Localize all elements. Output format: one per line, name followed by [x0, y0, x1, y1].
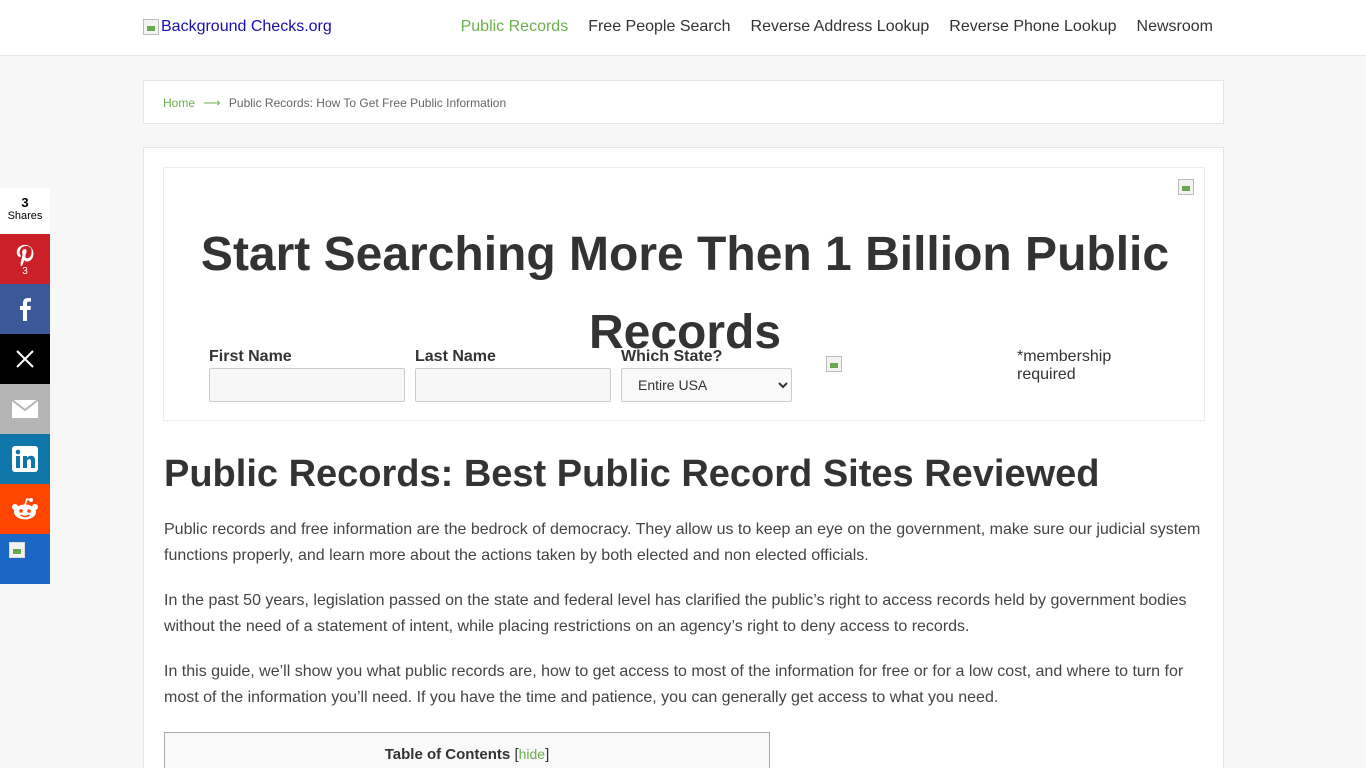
site-logo[interactable]: Background Checks.org: [143, 18, 332, 36]
reddit-icon: [12, 498, 38, 520]
share-count-label: Shares: [7, 210, 43, 222]
share-more-button[interactable]: [0, 534, 50, 584]
logo-image-icon: [143, 19, 159, 35]
search-button-image-icon[interactable]: [826, 356, 842, 372]
logo-alt-text: Background Checks.org: [161, 18, 332, 35]
share-count-number: 3: [21, 195, 29, 210]
article-paragraph: Public records and free information are …: [164, 521, 1201, 564]
share-linkedin-button[interactable]: [0, 434, 50, 484]
share-facebook-button[interactable]: [0, 284, 50, 334]
search-widget: Start Searching More Then 1 Billion Publ…: [163, 167, 1205, 421]
x-icon: [16, 350, 34, 368]
state-label: Which State?: [621, 348, 723, 365]
share-email-button[interactable]: [0, 384, 50, 434]
site-header: Background Checks.org Public Records Fre…: [0, 0, 1366, 56]
state-select[interactable]: Entire USA: [621, 368, 792, 402]
share-count: 3 Shares: [0, 188, 50, 234]
state-group: Which State? Entire USA: [621, 348, 792, 402]
pinterest-share-count: 3: [22, 265, 28, 277]
email-icon: [11, 399, 39, 418]
breadcrumb-home-link[interactable]: Home: [163, 96, 195, 110]
main-content: Start Searching More Then 1 Billion Publ…: [143, 147, 1224, 768]
nav-reverse-address-lookup[interactable]: Reverse Address Lookup: [751, 18, 930, 36]
last-name-label: Last Name: [415, 348, 496, 365]
table-of-contents: Table of Contents [hide]: [164, 732, 770, 768]
article-paragraph: In the past 50 years, legislation passed…: [164, 592, 1187, 635]
toc-bracket-close: ]: [545, 746, 550, 763]
toc-header: Table of Contents [hide]: [165, 733, 769, 763]
nav-free-people-search[interactable]: Free People Search: [588, 18, 730, 36]
nav-reverse-phone-lookup[interactable]: Reverse Phone Lookup: [949, 18, 1116, 36]
share-x-button[interactable]: [0, 334, 50, 384]
page-title: Public Records: Best Public Record Sites…: [164, 453, 1100, 495]
toc-hide-toggle[interactable]: hide: [519, 746, 545, 762]
last-name-group: Last Name: [415, 348, 611, 402]
toc-title: Table of Contents: [384, 746, 511, 763]
first-name-group: First Name: [209, 348, 405, 402]
search-form: First Name Last Name Which State? Entire…: [209, 348, 792, 402]
facebook-icon: [20, 298, 31, 321]
membership-note: *membership required: [1017, 348, 1112, 383]
share-more-image-icon: [9, 542, 25, 558]
main-nav: Public Records Free People Search Revers…: [461, 18, 1213, 36]
breadcrumb-separator: ⟶: [203, 96, 221, 110]
first-name-input[interactable]: [209, 368, 405, 402]
linkedin-icon: [12, 446, 38, 472]
first-name-label: First Name: [209, 348, 292, 365]
share-pinterest-button[interactable]: 3: [0, 234, 50, 284]
breadcrumb: Home ⟶ Public Records: How To Get Free P…: [143, 80, 1224, 124]
last-name-input[interactable]: [415, 368, 611, 402]
share-reddit-button[interactable]: [0, 484, 50, 534]
nav-public-records[interactable]: Public Records: [461, 18, 569, 36]
breadcrumb-current: Public Records: How To Get Free Public I…: [228, 96, 507, 110]
article-paragraph: In this guide, we’ll show you what publi…: [164, 663, 1184, 706]
nav-newsroom[interactable]: Newsroom: [1137, 18, 1213, 36]
pinterest-icon: [16, 244, 34, 266]
corner-image-icon: [1178, 179, 1194, 195]
